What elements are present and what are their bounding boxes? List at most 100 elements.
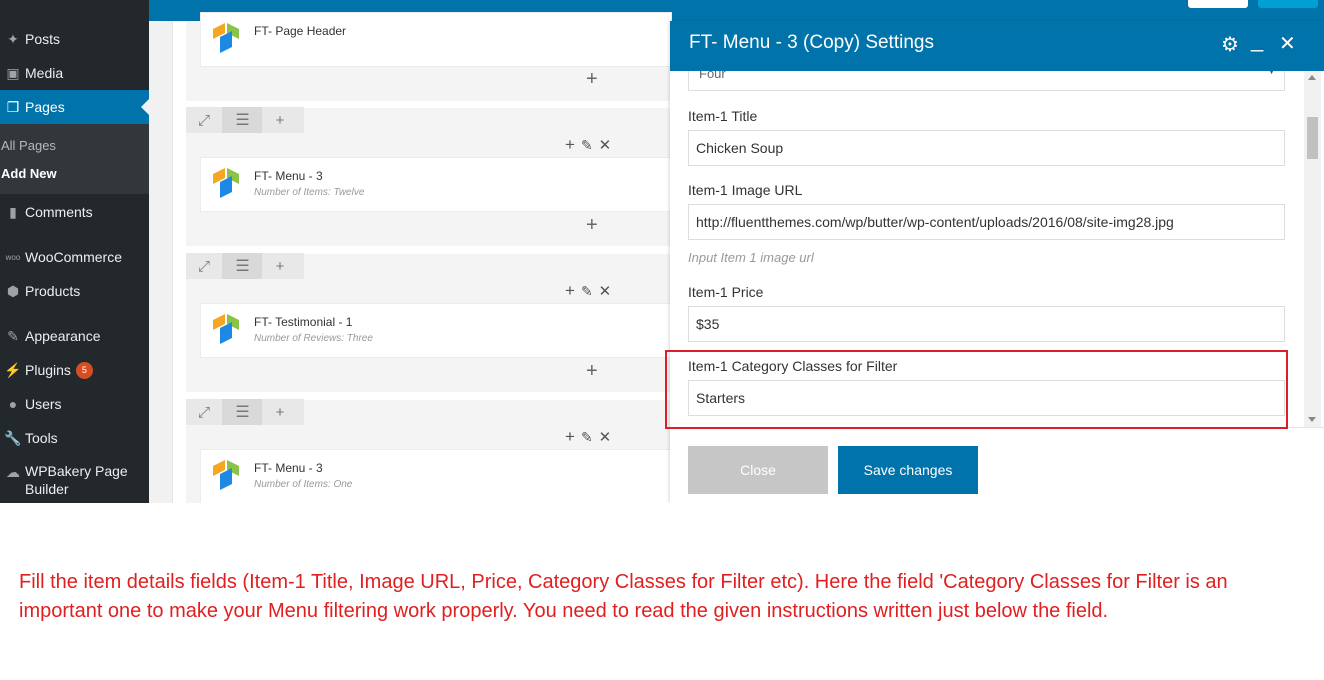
scroll-up-icon[interactable] bbox=[1308, 75, 1316, 80]
element-toolbar: + ✎ ✕ bbox=[565, 135, 611, 155]
sidebar-item-wpbakery[interactable]: ☁ WPBakery Page Builder bbox=[0, 462, 149, 502]
drag-handle-icon[interactable]: ☰ bbox=[222, 107, 262, 133]
admin-bar-publish-button[interactable] bbox=[1258, 0, 1318, 8]
item-1-image-url-help: Input Item 1 image url bbox=[688, 250, 814, 265]
element-subtitle: Number of Reviews: Three bbox=[254, 333, 373, 344]
wrench-icon: 🔧 bbox=[4, 429, 22, 446]
sidebar-item-comments[interactable]: ▮ Comments bbox=[0, 195, 149, 229]
edit-pencil-icon[interactable]: ✎ bbox=[581, 137, 593, 154]
panel-header: FT- Menu - 3 (Copy) Settings ⚙ _ ✕ bbox=[670, 21, 1324, 71]
brush-icon: ✎ bbox=[7, 327, 19, 344]
products-icon: ⬢ bbox=[6, 282, 20, 299]
pages-submenu: All Pages Add New bbox=[0, 124, 149, 194]
add-element-button[interactable]: + bbox=[586, 68, 598, 91]
add-column-icon[interactable]: + bbox=[262, 253, 298, 279]
builder-element[interactable]: FT- Testimonial - 1 Number of Reviews: T… bbox=[200, 303, 672, 358]
expand-icon[interactable]: ⤢ bbox=[186, 107, 222, 133]
item-1-image-url-input[interactable]: http://fluentthemes.com/wp/butter/wp-con… bbox=[688, 204, 1285, 240]
vc-logo-icon bbox=[213, 168, 239, 198]
vc-logo-icon bbox=[213, 314, 239, 344]
element-toolbar: + ✎ ✕ bbox=[565, 427, 611, 447]
delete-icon[interactable]: ✕ bbox=[599, 428, 612, 446]
builder-element[interactable]: FT- Menu - 3 Number of Items: One bbox=[200, 449, 672, 503]
chevron-down-icon: ▼ bbox=[1267, 71, 1276, 76]
sidebar-item-label: Tools bbox=[25, 430, 58, 446]
scroll-down-icon[interactable] bbox=[1308, 417, 1316, 422]
sidebar-item-tools[interactable]: 🔧 Tools bbox=[0, 421, 149, 455]
row-controls: ⤢ ☰ + bbox=[186, 107, 304, 133]
sidebar-item-users[interactable]: ● Users bbox=[0, 387, 149, 421]
woocommerce-icon: woo bbox=[5, 252, 21, 262]
sidebar-item-appearance[interactable]: ✎ Appearance bbox=[0, 319, 149, 353]
submenu-add-new[interactable]: Add New bbox=[1, 166, 57, 181]
instruction-caption: Fill the item details fields (Item-1 Tit… bbox=[19, 571, 1228, 622]
sidebar-item-label: Media bbox=[25, 65, 64, 81]
gear-icon[interactable]: ⚙ bbox=[1221, 32, 1239, 57]
sidebar-item-label: WPBakery Page Builder bbox=[25, 463, 128, 497]
sidebar-item-plugins[interactable]: ⚡ Plugins 5 bbox=[0, 353, 149, 387]
sidebar-item-label: WooCommerce bbox=[25, 249, 122, 265]
close-button[interactable]: Close bbox=[688, 446, 828, 494]
add-element-button[interactable]: + bbox=[586, 360, 598, 383]
sidebar-item-label: Pages bbox=[25, 99, 65, 115]
drag-handle-icon[interactable]: ☰ bbox=[222, 253, 262, 279]
delete-icon[interactable]: ✕ bbox=[599, 136, 612, 154]
admin-bar-button[interactable] bbox=[1188, 0, 1248, 8]
add-column-icon[interactable]: + bbox=[262, 107, 298, 133]
item-1-title-input[interactable]: Chicken Soup bbox=[688, 130, 1285, 166]
save-changes-button[interactable]: Save changes bbox=[838, 446, 978, 494]
sidebar-item-label: Appearance bbox=[25, 328, 101, 344]
vc-logo-icon bbox=[213, 23, 239, 53]
element-title: FT- Menu - 3 bbox=[254, 169, 323, 183]
add-element-button[interactable]: + bbox=[586, 214, 598, 237]
element-toolbar: + ✎ ✕ bbox=[565, 281, 611, 301]
add-icon[interactable]: + bbox=[565, 427, 575, 447]
comment-icon: ▮ bbox=[9, 203, 17, 220]
items-count-select[interactable]: Four ▼ bbox=[688, 71, 1285, 91]
sidebar-item-label: Users bbox=[25, 396, 62, 412]
close-icon[interactable]: ✕ bbox=[1279, 31, 1296, 56]
builder-element[interactable]: FT- Menu - 3 Number of Items: Twelve bbox=[200, 157, 672, 212]
sidebar-item-woocommerce[interactable]: woo WooCommerce bbox=[0, 240, 149, 274]
edit-pencil-icon[interactable]: ✎ bbox=[581, 429, 593, 446]
panel-title: FT- Menu - 3 (Copy) Settings bbox=[689, 32, 934, 53]
sidebar-item-label: Products bbox=[25, 283, 81, 299]
edit-pencil-icon[interactable]: ✎ bbox=[581, 283, 593, 300]
screenshot: ✦ Posts ▣ Media ❐ Pages All Pages Add Ne… bbox=[0, 0, 1324, 503]
media-icon: ▣ bbox=[6, 64, 20, 81]
element-title: FT- Page Header bbox=[254, 24, 347, 38]
sidebar-item-media[interactable]: ▣ Media bbox=[0, 56, 149, 90]
panel-footer: Close Save changes bbox=[670, 427, 1324, 503]
item-1-price-label: Item-1 Price bbox=[688, 284, 764, 300]
sidebar-item-pages[interactable]: ❐ Pages bbox=[0, 90, 149, 124]
sidebar-item-products[interactable]: ⬢ Products bbox=[0, 274, 149, 308]
submenu-all-pages[interactable]: All Pages bbox=[1, 138, 56, 153]
scroll-thumb[interactable] bbox=[1307, 117, 1318, 159]
highlight-box bbox=[665, 350, 1288, 429]
element-title: FT- Menu - 3 bbox=[254, 461, 323, 475]
element-title: FT- Testimonial - 1 bbox=[254, 315, 353, 329]
vc-logo-icon bbox=[213, 460, 239, 490]
wpbakery-icon: ☁ bbox=[6, 463, 20, 480]
item-1-price-input[interactable]: $35 bbox=[688, 306, 1285, 342]
settings-panel: FT- Menu - 3 (Copy) Settings ⚙ _ ✕ Four … bbox=[670, 21, 1324, 503]
sidebar-item-label: Plugins bbox=[25, 362, 71, 378]
admin-sidebar: ✦ Posts ▣ Media ❐ Pages All Pages Add Ne… bbox=[0, 0, 149, 503]
plugin-icon: ⚡ bbox=[4, 361, 22, 378]
users-icon: ● bbox=[8, 396, 18, 412]
builder-element[interactable]: FT- Page Header bbox=[200, 12, 672, 67]
add-icon[interactable]: + bbox=[565, 281, 575, 301]
sidebar-item-label: Comments bbox=[25, 204, 93, 220]
item-1-title-label: Item-1 Title bbox=[688, 108, 758, 124]
add-column-icon[interactable]: + bbox=[262, 399, 298, 425]
add-icon[interactable]: + bbox=[565, 135, 575, 155]
element-subtitle: Number of Items: One bbox=[254, 479, 353, 490]
row-controls: ⤢ ☰ + bbox=[186, 253, 304, 279]
minimize-icon[interactable]: _ bbox=[1251, 27, 1263, 53]
delete-icon[interactable]: ✕ bbox=[599, 282, 612, 300]
panel-scrollbar[interactable] bbox=[1304, 71, 1321, 427]
expand-icon[interactable]: ⤢ bbox=[186, 253, 222, 279]
sidebar-item-posts[interactable]: ✦ Posts bbox=[0, 22, 149, 56]
drag-handle-icon[interactable]: ☰ bbox=[222, 399, 262, 425]
expand-icon[interactable]: ⤢ bbox=[186, 399, 222, 425]
